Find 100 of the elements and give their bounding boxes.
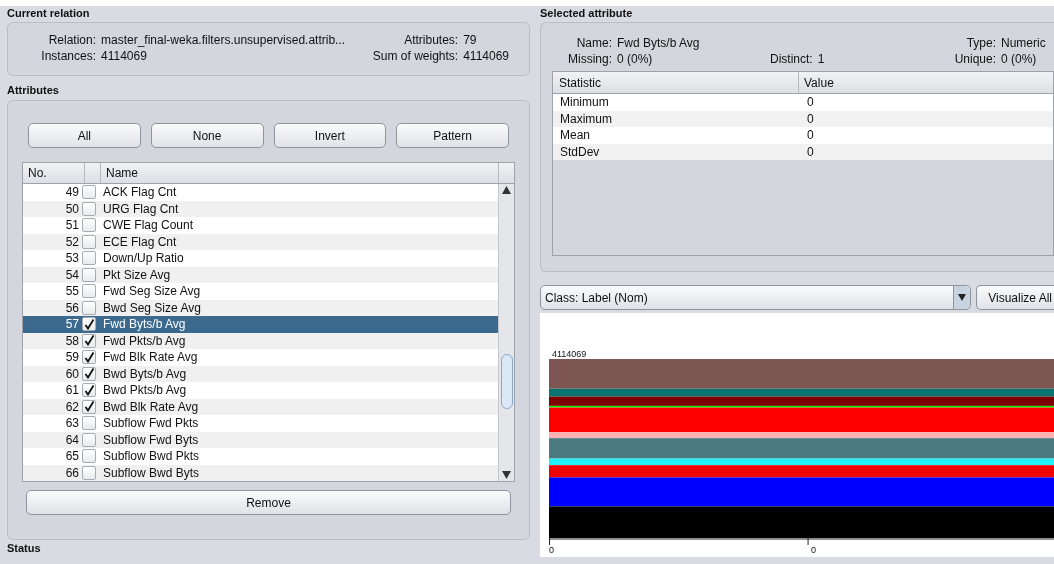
checkbox[interactable] bbox=[82, 234, 96, 249]
field-label: Instances: bbox=[40, 48, 96, 64]
attribute-name: Subflow Bwd Pkts bbox=[102, 448, 200, 466]
statistic-name: Mean bbox=[559, 127, 592, 145]
row-number: 66 bbox=[64, 464, 80, 482]
attribute-name: ECE Flag Cnt bbox=[102, 233, 177, 251]
row-number: 64 bbox=[64, 431, 80, 449]
scroll-down-icon[interactable] bbox=[502, 471, 511, 479]
attribute-name: Subflow Bwd Byts bbox=[102, 464, 200, 482]
row-number: 61 bbox=[64, 382, 80, 400]
attribute-name: Fwd Blk Rate Avg bbox=[102, 349, 198, 367]
statistic-row[interactable]: Mean 0 bbox=[553, 127, 1053, 144]
statistic-row[interactable]: Minimum 0 bbox=[553, 94, 1053, 111]
attribute-name: ACK Flag Cnt bbox=[102, 184, 177, 202]
field-value: 0 (0%) bbox=[1001, 51, 1037, 67]
visualize-all-button[interactable]: Visualize All bbox=[976, 285, 1054, 310]
check-icon bbox=[83, 401, 95, 413]
checkbox[interactable] bbox=[82, 185, 96, 200]
scrollbar[interactable] bbox=[498, 184, 514, 481]
class-dropdown[interactable]: Class: Label (Nom) bbox=[540, 285, 972, 310]
section-title: Current relation bbox=[7, 6, 91, 20]
checkbox[interactable] bbox=[82, 416, 96, 431]
checkbox[interactable] bbox=[82, 267, 96, 282]
attribute-name: Bwd Blk Rate Avg bbox=[102, 398, 199, 416]
field-label: Unique: bbox=[953, 51, 996, 67]
row-number: 65 bbox=[64, 448, 80, 466]
field-value: 79 bbox=[463, 32, 477, 48]
field-label: Type: bbox=[965, 35, 996, 51]
column-header[interactable]: Value bbox=[799, 72, 1053, 93]
row-number: 54 bbox=[64, 266, 80, 284]
column-header[interactable]: Statistic bbox=[553, 72, 799, 93]
field-value: Numeric bbox=[1001, 35, 1046, 51]
field-value: 4114069 bbox=[463, 48, 509, 64]
column-header[interactable]: No. bbox=[23, 163, 85, 183]
check-icon bbox=[83, 384, 95, 396]
attribute-name: CWE Flag Count bbox=[102, 217, 194, 235]
section-title: Status bbox=[7, 542, 42, 554]
select-button[interactable]: Pattern bbox=[396, 123, 509, 148]
field-value: 0 (0%) bbox=[617, 51, 653, 67]
attribute-name: Bwd Pkts/b Avg bbox=[102, 382, 187, 400]
select-button[interactable]: None bbox=[150, 123, 264, 148]
statistic-value: 0 bbox=[806, 127, 814, 145]
field-value: 4114069 bbox=[101, 48, 147, 64]
checkbox[interactable] bbox=[82, 399, 96, 414]
remove-button[interactable]: Remove bbox=[26, 490, 511, 515]
attribute-name: Down/Up Ratio bbox=[102, 250, 184, 268]
field-label: Missing: bbox=[567, 51, 612, 67]
count-label: 4114069 bbox=[551, 349, 588, 359]
scroll-up-icon[interactable] bbox=[502, 186, 511, 194]
scroll-thumb[interactable] bbox=[500, 354, 513, 409]
attribute-name: Bwd Seg Size Avg bbox=[102, 299, 201, 317]
checkbox[interactable] bbox=[82, 317, 96, 332]
checkbox[interactable] bbox=[82, 333, 96, 348]
select-button[interactable]: Invert bbox=[273, 123, 387, 148]
checkbox[interactable] bbox=[82, 284, 96, 299]
statistic-name: Maximum bbox=[559, 110, 613, 128]
field-value: master_final-weka.filters.unsupervised.attrib... bbox=[101, 32, 346, 48]
row-number: 51 bbox=[64, 217, 80, 235]
checkbox[interactable] bbox=[82, 300, 96, 315]
checkbox[interactable] bbox=[82, 432, 96, 447]
row-number: 57 bbox=[64, 316, 80, 334]
checkbox[interactable] bbox=[82, 201, 96, 216]
attribute-name: URG Flag Cnt bbox=[102, 200, 179, 218]
row-number: 50 bbox=[64, 200, 80, 218]
row-number: 49 bbox=[64, 184, 80, 202]
attribute-name: Pkt Size Avg bbox=[102, 266, 171, 284]
attribute-row[interactable]: 57 Fwd Byts/b Avg bbox=[23, 316, 498, 333]
column-header[interactable]: Name bbox=[101, 163, 498, 183]
checkbox[interactable] bbox=[82, 350, 96, 365]
checkbox[interactable] bbox=[82, 251, 96, 266]
row-number: 56 bbox=[64, 299, 80, 317]
checkbox[interactable] bbox=[82, 218, 96, 233]
row-number: 55 bbox=[64, 283, 80, 301]
row-number: 59 bbox=[64, 349, 80, 367]
statistic-value: 0 bbox=[806, 94, 814, 112]
attribute-name: Bwd Byts/b Avg bbox=[102, 365, 187, 383]
field-value: Fwd Byts/b Avg bbox=[617, 35, 700, 51]
checkbox[interactable] bbox=[82, 449, 96, 464]
select-button[interactable]: All bbox=[28, 123, 141, 148]
field-label: Relation: bbox=[47, 32, 96, 48]
check-icon bbox=[83, 318, 95, 330]
attribute-name: Subflow Fwd Pkts bbox=[102, 415, 199, 433]
checkbox[interactable] bbox=[82, 383, 96, 398]
checkbox[interactable] bbox=[82, 366, 96, 381]
section-title: Selected attribute bbox=[540, 6, 634, 20]
statistic-value: 0 bbox=[806, 110, 814, 128]
row-number: 63 bbox=[64, 415, 80, 433]
field-value: 1 bbox=[817, 51, 825, 67]
statistic-name: Minimum bbox=[559, 94, 610, 112]
statistic-value: 0 bbox=[806, 143, 814, 161]
row-number: 62 bbox=[64, 398, 80, 416]
checkbox[interactable] bbox=[82, 465, 96, 480]
field-label: Attributes: bbox=[403, 32, 459, 48]
check-icon bbox=[83, 335, 95, 347]
dropdown-arrow-icon bbox=[958, 294, 967, 301]
axis-label: 0 bbox=[811, 545, 816, 555]
row-number: 58 bbox=[64, 332, 80, 350]
row-number: 52 bbox=[64, 233, 80, 251]
axis-label: 0 bbox=[549, 545, 555, 555]
field-label: Distinct: bbox=[770, 51, 813, 67]
